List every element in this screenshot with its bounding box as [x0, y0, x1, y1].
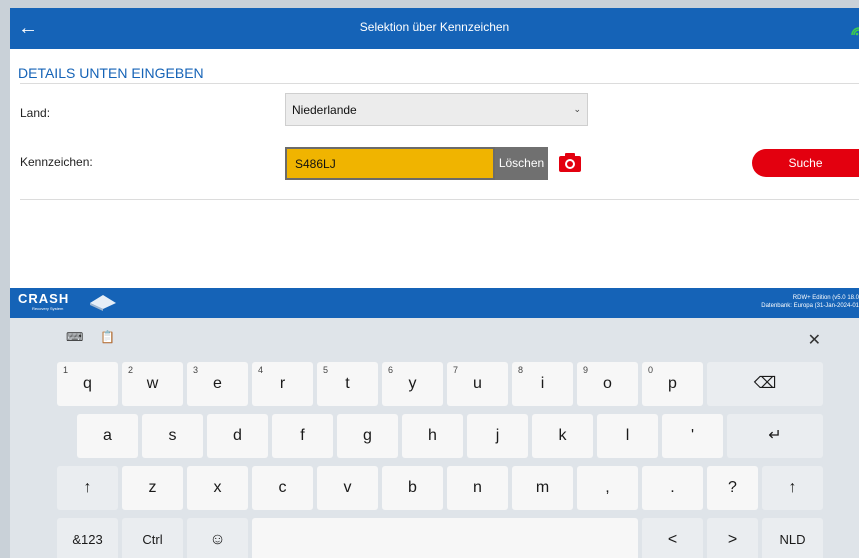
- divider: [20, 199, 859, 200]
- key-h[interactable]: h: [402, 414, 463, 458]
- section-title: DETAILS UNTEN EINGEBEN: [18, 65, 204, 81]
- country-value: Niederlande: [292, 103, 357, 117]
- key-w[interactable]: 2w: [122, 362, 183, 406]
- title-bar: ← Selektion über Kennzeichen: [10, 8, 859, 49]
- ctrl-key[interactable]: Ctrl: [122, 518, 183, 558]
- language-key[interactable]: NLD: [762, 518, 823, 558]
- key-apostrophe[interactable]: ': [662, 414, 723, 458]
- key-n[interactable]: n: [447, 466, 508, 510]
- key-a[interactable]: a: [77, 414, 138, 458]
- key-i[interactable]: 8i: [512, 362, 573, 406]
- key-d[interactable]: d: [207, 414, 268, 458]
- logo-car-icon: [90, 295, 116, 311]
- key-s[interactable]: s: [142, 414, 203, 458]
- key-q[interactable]: 1q: [57, 362, 118, 406]
- key-question[interactable]: ?: [707, 466, 758, 510]
- clipboard-icon[interactable]: 📋: [100, 330, 115, 344]
- shift-key-left[interactable]: ↑: [57, 466, 118, 510]
- key-t[interactable]: 5t: [317, 362, 378, 406]
- key-j[interactable]: j: [467, 414, 528, 458]
- emoji-key[interactable]: ☺: [187, 518, 248, 558]
- app-window: ← Selektion über Kennzeichen DETAILS UNT…: [10, 8, 859, 558]
- arrow-left-key[interactable]: <: [642, 518, 703, 558]
- key-c[interactable]: c: [252, 466, 313, 510]
- on-screen-keyboard: ⌨ 📋 ✕ 1q 2w 3e 4r 5t 6y 7u 8i 9o 0p ⌫ a …: [10, 318, 859, 558]
- logo-subtitle: Recovery System: [32, 306, 64, 311]
- key-v[interactable]: v: [317, 466, 378, 510]
- search-button[interactable]: Suche: [752, 149, 859, 177]
- enter-key[interactable]: ↵: [727, 414, 823, 458]
- arrow-right-key[interactable]: >: [707, 518, 758, 558]
- key-x[interactable]: x: [187, 466, 248, 510]
- key-r[interactable]: 4r: [252, 362, 313, 406]
- footer-bar: CRASH Recovery System RDW+ Edition (v5.0…: [10, 288, 859, 318]
- key-k[interactable]: k: [532, 414, 593, 458]
- crash-logo: CRASH: [18, 291, 70, 306]
- page-title: Selektion über Kennzeichen: [359, 20, 510, 34]
- database-line: Datenbank: Europa (31-Jan-2024-01: [761, 303, 859, 309]
- space-key[interactable]: [252, 518, 638, 558]
- shift-key-right[interactable]: ↑: [762, 466, 823, 510]
- key-f[interactable]: f: [272, 414, 333, 458]
- camera-icon[interactable]: [558, 151, 582, 173]
- key-e[interactable]: 3e: [187, 362, 248, 406]
- key-p[interactable]: 0p: [642, 362, 703, 406]
- chevron-down-icon: ⌄: [573, 104, 581, 114]
- plate-label: Kennzeichen:: [20, 155, 93, 169]
- key-m[interactable]: m: [512, 466, 573, 510]
- backspace-key[interactable]: ⌫: [707, 362, 823, 406]
- divider: [20, 83, 859, 84]
- country-select[interactable]: Niederlande ⌄: [285, 93, 588, 126]
- key-o[interactable]: 9o: [577, 362, 638, 406]
- version-line: RDW+ Edition (v5.0 18.0: [792, 295, 859, 301]
- key-b[interactable]: b: [382, 466, 443, 510]
- key-y[interactable]: 6y: [382, 362, 443, 406]
- signal-icon: [851, 27, 859, 36]
- keyboard-settings-icon[interactable]: ⌨: [66, 330, 83, 344]
- close-icon[interactable]: ✕: [808, 330, 821, 350]
- plate-input[interactable]: S486LJ: [285, 147, 495, 180]
- key-comma[interactable]: ,: [577, 466, 638, 510]
- clear-button[interactable]: Löschen: [495, 147, 548, 180]
- key-l[interactable]: l: [597, 414, 658, 458]
- key-z[interactable]: z: [122, 466, 183, 510]
- version-info: RDW+ Edition (v5.0 18.0 Datenbank: Europ…: [761, 294, 859, 310]
- key-u[interactable]: 7u: [447, 362, 508, 406]
- key-period[interactable]: .: [642, 466, 703, 510]
- country-label: Land:: [20, 106, 51, 120]
- key-g[interactable]: g: [337, 414, 398, 458]
- plate-value: S486LJ: [295, 157, 336, 171]
- symbols-key[interactable]: &123: [57, 518, 118, 558]
